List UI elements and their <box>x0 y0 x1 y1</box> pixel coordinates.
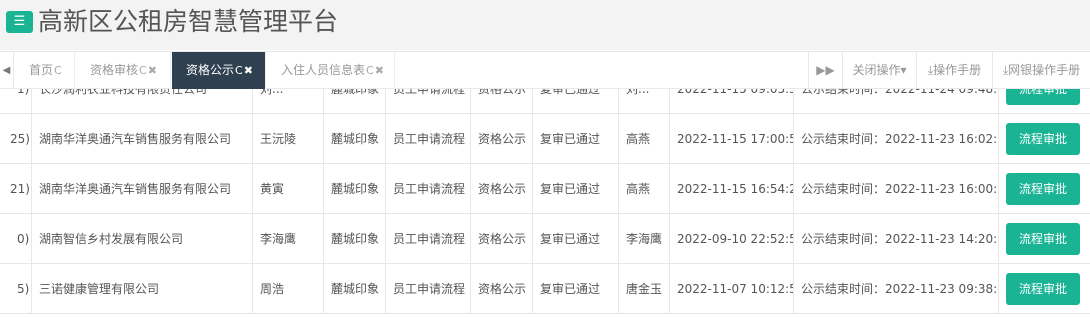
approve-button[interactable]: 流程审批 <box>1006 173 1080 205</box>
auditor-cell: 高燕 <box>618 164 669 214</box>
refresh-icon[interactable]: C <box>54 64 62 77</box>
row-id: 21) <box>10 182 30 196</box>
bank-manual-button[interactable]: ⤓网银操作手册 <box>992 52 1090 89</box>
company-cell: 湖南华洋奥通汽车销售服务有限公司 <box>31 114 252 164</box>
top-header: ☰ 高新区公租房智慧管理平台 <box>0 0 1090 50</box>
auditor-cell: 唐金玉 <box>618 264 669 314</box>
tab-label: 资格公示 <box>186 63 235 77</box>
bars-icon: ☰ <box>13 14 26 29</box>
applicant-cell: 刘... <box>252 89 323 114</box>
flow-cell: 员工申请流程 <box>385 264 470 314</box>
flow-cell: 员工申请流程 <box>385 114 470 164</box>
project-cell: 麓城印象 <box>323 164 385 214</box>
project-cell: 麓城印象 <box>323 264 385 314</box>
publicity-end-cell: 公示结束时间：2022-11-24 09:48:04 <box>793 89 998 114</box>
submit-time-cell: 2022-09-10 22:52:52 <box>669 214 793 264</box>
refresh-icon[interactable]: C <box>139 64 147 77</box>
company-cell: 长沙润利农业科技有限责任公司 <box>31 89 252 114</box>
publicity-table: 1) 长沙润利农业科技有限责任公司 刘... 麓城印象 员工申请流程 资格公示 … <box>0 89 1090 317</box>
flow-cell: 员工申请流程 <box>385 214 470 264</box>
refresh-icon[interactable]: C <box>235 64 243 77</box>
close-icon[interactable]: ✖ <box>375 64 384 77</box>
stage-cell: 资格公示 <box>470 214 532 264</box>
row-id: 1) <box>17 89 30 96</box>
project-cell: 麓城印象 <box>323 214 385 264</box>
row-id: 0) <box>17 232 30 246</box>
status-cell: 复审已通过 <box>532 264 618 314</box>
status-cell: 复审已通过 <box>532 89 618 114</box>
table-row: 0) 湖南智信乡村发展有限公司 李海鹰 麓城印象 员工申请流程 资格公示 复审已… <box>0 214 1090 264</box>
company-cell: 三诺健康管理有限公司 <box>31 264 252 314</box>
tab-qualification-publicity[interactable]: 资格公示C✖ <box>172 52 266 89</box>
manual-button[interactable]: ⤓操作手册 <box>916 52 992 89</box>
close-icon[interactable]: ✖ <box>148 64 157 77</box>
app-title: 高新区公租房智慧管理平台 <box>38 7 339 36</box>
table-row: 1) 长沙润利农业科技有限责任公司 刘... 麓城印象 员工申请流程 资格公示 … <box>0 89 1090 114</box>
auditor-cell: 刘... <box>618 89 669 114</box>
table-row: 25) 湖南华洋奥通汽车销售服务有限公司 王沅陵 麓城印象 员工申请流程 资格公… <box>0 114 1090 164</box>
submit-time-cell: 2022-11-15 17:00:54 <box>669 114 793 164</box>
tab-label: 资格审核 <box>90 63 139 77</box>
approve-button[interactable]: 流程审批 <box>1006 89 1080 105</box>
submit-time-cell: 2022-11-07 10:12:50 <box>669 264 793 314</box>
status-cell: 复审已通过 <box>532 214 618 264</box>
tab-qualification-review[interactable]: 资格审核C✖ <box>76 52 171 89</box>
approve-button[interactable]: 流程审批 <box>1006 273 1080 305</box>
company-cell: 湖南华洋奥通汽车销售服务有限公司 <box>31 164 252 214</box>
tab-label: 首页 <box>29 63 54 77</box>
scroll-left-icon[interactable]: ◀ <box>0 52 14 89</box>
row-id: 5) <box>17 282 30 296</box>
table-row: 21) 湖南华洋奥通汽车销售服务有限公司 黄寅 麓城印象 员工申请流程 资格公示… <box>0 164 1090 214</box>
publicity-end-cell: 公示结束时间：2022-11-23 09:38:10 <box>793 264 998 314</box>
stage-cell: 资格公示 <box>470 164 532 214</box>
tab-home[interactable]: 首页C <box>15 52 75 89</box>
project-cell: 麓城印象 <box>323 114 385 164</box>
stage-cell: 资格公示 <box>470 89 532 114</box>
tab-bar: ◀ 首页C 资格审核C✖ 资格公示C✖ 入住人员信息表C✖ ▶▶ 关闭操作▾ ⤓… <box>0 51 1090 89</box>
approve-button[interactable]: 流程审批 <box>1006 223 1080 255</box>
submit-time-cell: 2022-11-15 16:54:20 <box>669 164 793 214</box>
scroll-right-icon[interactable]: ▶▶ <box>808 52 842 89</box>
tab-label: 入住人员信息表 <box>281 63 366 77</box>
submit-time-cell: 2022-11-15 09:05:54 <box>669 89 793 114</box>
flow-cell: 员工申请流程 <box>385 89 470 114</box>
menu-toggle-button[interactable]: ☰ <box>6 11 33 33</box>
applicant-cell: 周浩 <box>252 264 323 314</box>
refresh-icon[interactable]: C <box>366 64 374 77</box>
publicity-end-cell: 公示结束时间：2022-11-23 16:02:53 <box>793 114 998 164</box>
approve-button[interactable]: 流程审批 <box>1006 123 1080 155</box>
bank-manual-label: 网银操作手册 <box>1008 63 1081 77</box>
flow-cell: 员工申请流程 <box>385 164 470 214</box>
applicant-cell: 李海鹰 <box>252 214 323 264</box>
applicant-cell: 王沅陵 <box>252 114 323 164</box>
stage-cell: 资格公示 <box>470 114 532 164</box>
company-cell: 湖南智信乡村发展有限公司 <box>31 214 252 264</box>
publicity-end-cell: 公示结束时间：2022-11-23 16:00:31 <box>793 164 998 214</box>
close-icon[interactable]: ✖ <box>244 64 253 77</box>
auditor-cell: 高燕 <box>618 114 669 164</box>
manual-label: 操作手册 <box>933 63 982 77</box>
status-cell: 复审已通过 <box>532 164 618 214</box>
table-row: 5) 三诺健康管理有限公司 周浩 麓城印象 员工申请流程 资格公示 复审已通过 … <box>0 264 1090 314</box>
project-cell: 麓城印象 <box>323 89 385 114</box>
stage-cell: 资格公示 <box>470 264 532 314</box>
status-cell: 复审已通过 <box>532 114 618 164</box>
close-operations-dropdown[interactable]: 关闭操作▾ <box>842 52 916 89</box>
applicant-cell: 黄寅 <box>252 164 323 214</box>
row-id: 25) <box>10 132 30 146</box>
auditor-cell: 李海鹰 <box>618 214 669 264</box>
tab-resident-info[interactable]: 入住人员信息表C✖ <box>267 52 395 89</box>
publicity-end-cell: 公示结束时间：2022-11-23 14:20:34 <box>793 214 998 264</box>
